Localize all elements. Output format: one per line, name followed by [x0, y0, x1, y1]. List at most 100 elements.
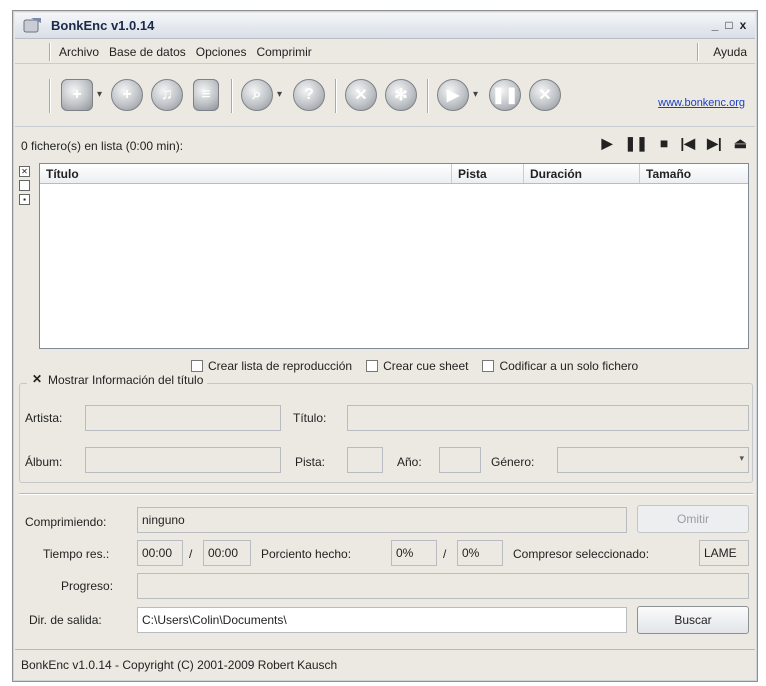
year-label: Año:	[397, 455, 422, 469]
status-bar: BonkEnc v1.0.14 - Copyright (C) 2001-200…	[15, 649, 755, 679]
chevron-down-icon[interactable]: ▾	[739, 453, 744, 464]
encode-dropdown-icon[interactable]: ▾	[473, 89, 478, 100]
maximize-button[interactable]: □	[723, 18, 735, 32]
output-dir-field[interactable]: C:\Users\Colin\Documents\	[137, 607, 627, 633]
genre-select[interactable]: ▾	[557, 447, 749, 473]
toolbar-separator	[335, 79, 337, 113]
column-track[interactable]: Pista	[452, 164, 524, 183]
year-field[interactable]	[439, 447, 481, 473]
window-title: BonkEnc v1.0.14	[51, 18, 155, 33]
query-dropdown-icon[interactable]: ▾	[277, 89, 282, 100]
file-count-status: 0 fichero(s) en lista (0:00 min):	[21, 139, 184, 153]
add-folder-icon[interactable]: +	[111, 79, 143, 111]
single-file-label: Codificar a un solo fichero	[499, 359, 639, 373]
menu-bar: Archivo Base de datos Opciones Comprimir…	[15, 40, 755, 64]
config-icon[interactable]: ✻	[385, 79, 417, 111]
app-window: BonkEnc v1.0.14 _ □ x Archivo Base de da…	[12, 10, 758, 682]
select-none-checkbox[interactable]	[19, 180, 30, 191]
show-title-info-label: Mostrar Información del título	[48, 373, 204, 387]
menu-archivo[interactable]: Archivo	[59, 45, 99, 59]
title-label: Título:	[293, 411, 327, 425]
previous-icon[interactable]: |◀	[680, 135, 695, 152]
encoder-label: Compresor seleccionado:	[513, 547, 650, 561]
encoder-field: LAME	[699, 540, 749, 566]
menu-base-de-datos[interactable]: Base de datos	[109, 45, 186, 59]
copyright-text: BonkEnc v1.0.14 - Copyright (C) 2001-200…	[21, 658, 338, 672]
percent-separator: /	[443, 547, 447, 561]
add-file-dropdown-icon[interactable]: ▾	[97, 89, 102, 100]
show-title-info-checkbox[interactable]: ✕ Mostrar Información del título	[27, 373, 208, 387]
checkmark-icon[interactable]: ✕	[31, 373, 43, 386]
play-icon[interactable]: ▶	[602, 135, 613, 152]
create-cuesheet-checkbox[interactable]: Crear cue sheet	[366, 359, 468, 373]
column-title[interactable]: Título	[40, 164, 452, 183]
output-dir-label: Dir. de salida:	[29, 613, 102, 627]
checkbox-box[interactable]	[191, 360, 203, 372]
column-duration[interactable]: Duración	[524, 164, 640, 183]
menu-grip	[49, 43, 51, 61]
cddb-icon[interactable]: ?	[293, 79, 325, 111]
progress-label: Progreso:	[61, 579, 114, 593]
selection-controls: ✕ ▪	[19, 166, 30, 205]
menu-opciones[interactable]: Opciones	[196, 45, 247, 59]
genre-label: Género:	[491, 455, 535, 469]
time-separator: /	[189, 547, 193, 561]
toolbar: + ▾ + ♫ ≡ ⌕ ▾ ? ✕ ✻ ▶ ▾ ❚❚ ✕ www.bonkenc…	[15, 65, 755, 127]
file-list-header: Título Pista Duración Tamaño	[40, 164, 748, 184]
stop-icon[interactable]: ✕	[529, 79, 561, 111]
checkbox-box[interactable]	[482, 360, 495, 372]
time-remaining-label: Tiempo res.:	[43, 547, 110, 561]
checkbox-box[interactable]	[366, 360, 379, 372]
menu-comprimir[interactable]: Comprimir	[256, 45, 311, 59]
playlist-icon[interactable]: ≡	[193, 79, 219, 111]
query-icon[interactable]: ⌕	[241, 79, 273, 111]
eject-icon[interactable]: ⏏	[734, 135, 747, 152]
compressing-field: ninguno	[137, 507, 627, 533]
toolbar-grip	[49, 79, 51, 113]
progress-bar	[137, 573, 749, 599]
percent-done-label: Porciento hecho:	[261, 547, 352, 561]
track-label: Pista:	[295, 455, 326, 469]
artist-label: Artista:	[25, 411, 63, 425]
start-encode-icon[interactable]: ▶	[437, 79, 469, 111]
pause-icon[interactable]: ❚❚	[489, 79, 521, 111]
player-controls: ▶ ❚❚ ■ |◀ ▶| ⏏	[602, 135, 747, 152]
track-field[interactable]	[347, 447, 383, 473]
album-field[interactable]	[85, 447, 281, 473]
percent-done-field: 0%	[391, 540, 437, 566]
toolbar-separator	[427, 79, 429, 113]
create-playlist-checkbox[interactable]: Crear lista de reproducción	[191, 359, 352, 373]
artist-field[interactable]	[85, 405, 281, 431]
app-icon	[23, 18, 41, 33]
title-bar[interactable]: BonkEnc v1.0.14 _ □ x	[15, 13, 755, 39]
file-list[interactable]: Título Pista Duración Tamaño	[39, 163, 749, 349]
stop-icon[interactable]: ■	[660, 135, 668, 152]
menu-separator	[697, 43, 699, 61]
toolbar-separator	[231, 79, 233, 113]
title-field[interactable]	[347, 405, 749, 431]
compressing-label: Comprimiendo:	[25, 515, 107, 529]
encoding-options: Crear lista de reproducción Crear cue sh…	[191, 359, 638, 373]
menu-ayuda[interactable]: Ayuda	[713, 45, 747, 59]
browse-button[interactable]: Buscar	[637, 606, 749, 634]
percent-total-field: 0%	[457, 540, 503, 566]
album-label: Álbum:	[25, 455, 63, 469]
column-size[interactable]: Tamaño	[640, 164, 748, 183]
create-playlist-label: Crear lista de reproducción	[208, 359, 353, 373]
skip-button[interactable]: Omitir	[637, 505, 749, 533]
time-total-field: 00:00	[203, 540, 251, 566]
next-icon[interactable]: ▶|	[707, 135, 722, 152]
single-file-checkbox[interactable]: Codificar a un solo fichero	[482, 359, 638, 373]
toggle-selection-checkbox[interactable]: ▪	[19, 194, 30, 205]
website-link[interactable]: www.bonkenc.org	[658, 97, 745, 109]
section-divider	[19, 493, 753, 495]
add-file-icon[interactable]: +	[61, 79, 93, 111]
close-button[interactable]: x	[737, 18, 749, 32]
settings-icon[interactable]: ✕	[345, 79, 377, 111]
select-all-checkbox[interactable]: ✕	[19, 166, 30, 177]
pause-icon[interactable]: ❚❚	[624, 135, 647, 152]
create-cuesheet-label: Crear cue sheet	[383, 359, 469, 373]
minimize-button[interactable]: _	[709, 18, 721, 32]
add-cd-icon[interactable]: ♫	[151, 79, 183, 111]
time-remaining-field: 00:00	[137, 540, 183, 566]
